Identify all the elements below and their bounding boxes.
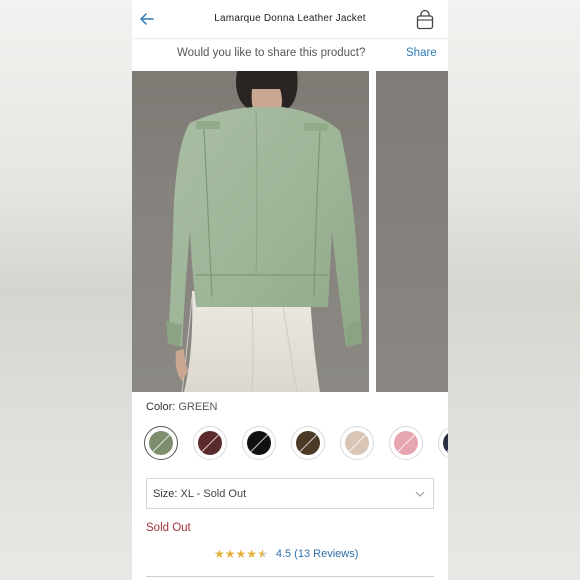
product-screen: Lamarque Donna Leather Jacket Would you … — [132, 0, 448, 580]
color-selector-label: Color: GREEN — [146, 401, 217, 413]
rating-text[interactable]: 4.5 (13 Reviews) — [276, 548, 359, 560]
shopping-bag-icon — [416, 9, 434, 30]
swatch-burgundy[interactable] — [193, 426, 227, 460]
swatch-pink[interactable] — [389, 426, 423, 460]
color-label: Color: — [146, 401, 176, 413]
next-product-photo[interactable] — [376, 71, 448, 392]
background-blur-right — [448, 0, 580, 580]
product-photo[interactable] — [132, 71, 369, 392]
rating-summary[interactable]: ★★★★★ 4.5 (13 Reviews) — [214, 545, 359, 561]
size-label: Size: — [153, 488, 178, 500]
swatch-green[interactable] — [144, 426, 178, 460]
star-icon: ★ — [214, 547, 225, 561]
background-blur-left — [0, 0, 132, 580]
size-selector-text: Size: XL - Sold Out — [153, 488, 246, 500]
half-star-icon: ★ — [257, 547, 268, 561]
swatch-navy[interactable] — [438, 426, 448, 460]
sold-out-status: Sold Out — [146, 522, 191, 534]
page-title: Lamarque Donna Leather Jacket — [214, 13, 366, 24]
arrow-left-icon — [140, 13, 154, 25]
color-swatches — [144, 426, 448, 462]
chevron-down-icon — [415, 491, 425, 497]
color-value: GREEN — [178, 401, 218, 413]
share-link[interactable]: Share — [406, 47, 437, 59]
bag-button[interactable] — [414, 9, 436, 31]
swatch-beige[interactable] — [340, 426, 374, 460]
star-icon: ★ — [224, 547, 236, 561]
jacket-photo-illustration — [166, 71, 362, 392]
swatch-brown[interactable] — [291, 426, 325, 460]
star-icon: ★ — [235, 547, 247, 561]
product-gallery[interactable] — [132, 71, 448, 392]
star-icon: ★ — [246, 547, 258, 561]
swatch-black[interactable] — [242, 426, 276, 460]
size-value: XL - Sold Out — [180, 488, 247, 500]
share-row: Would you like to share this product? Sh… — [132, 38, 448, 71]
share-question: Would you like to share this product? — [177, 47, 366, 59]
back-button[interactable] — [138, 10, 156, 28]
next-section-edge — [146, 576, 434, 580]
top-bar: Lamarque Donna Leather Jacket — [132, 0, 448, 38]
size-dropdown[interactable]: Size: XL - Sold Out — [146, 478, 434, 509]
